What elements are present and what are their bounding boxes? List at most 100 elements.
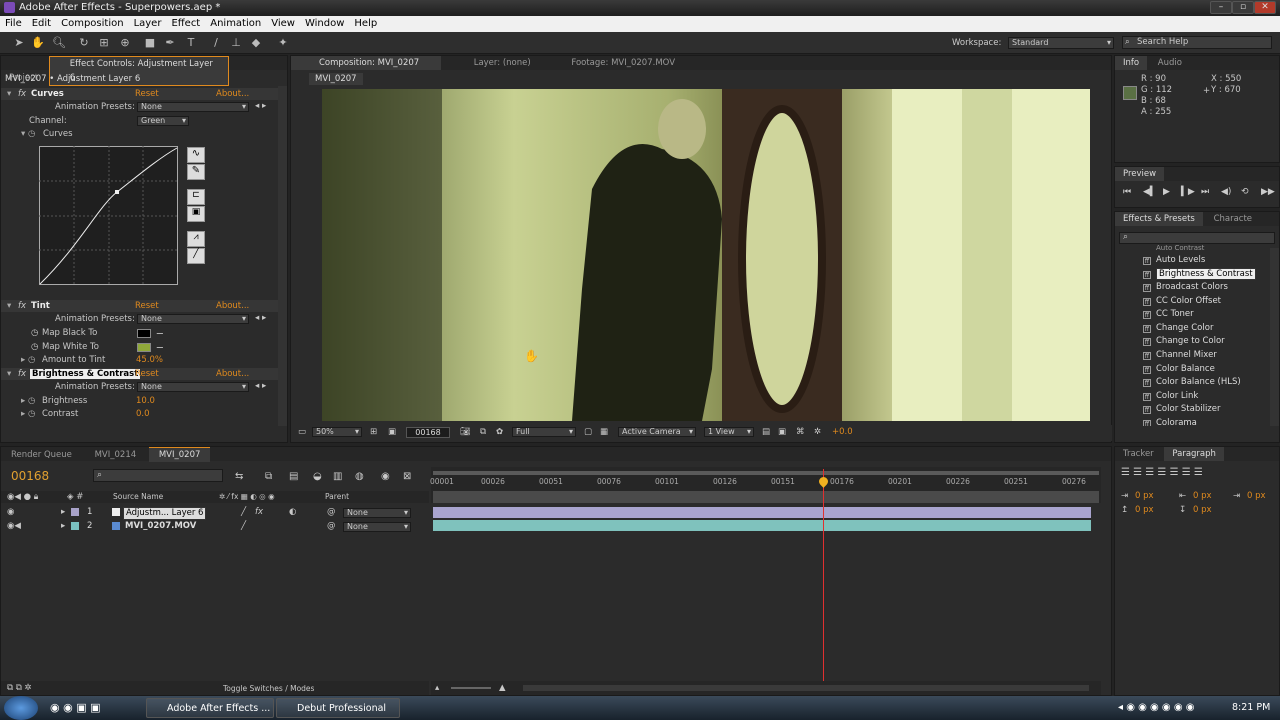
tab-mvi-0214[interactable]: MVI_0214 [85,448,147,462]
tab-character[interactable]: Characte [1206,212,1260,226]
motion-blur-icon[interactable]: ◍ [355,471,364,482]
search-help-field[interactable]: ⌕ Search Help [1122,36,1272,49]
timeline-search-input[interactable]: ⌕ [93,469,223,482]
play-icon[interactable]: ▶ [1163,187,1170,197]
indent-left-value[interactable]: 0 px [1135,491,1154,501]
tint-prev-next-icon[interactable]: ◂ ▸ [255,313,266,323]
visibility-icon[interactable]: ◉◀ [7,520,21,533]
tab-render-queue[interactable]: Render Queue [1,448,82,462]
ep-item[interactable]: Color Stabilizer [1156,404,1221,414]
grid-icon[interactable]: ⊞ [370,427,377,437]
ep-item[interactable]: Colorama [1156,418,1197,426]
ep-item[interactable]: Change to Color [1156,336,1225,346]
audio-icon[interactable]: ◀) [1221,187,1231,197]
always-preview-icon[interactable]: ▭ [298,427,306,437]
taskbar-after-effects[interactable]: Adobe After Effects ... [146,698,274,718]
effects-search-input[interactable]: ⌕ [1119,232,1275,244]
last-frame-icon[interactable]: ⏭ [1201,187,1209,197]
safe-zones-icon[interactable]: ▣ [388,427,396,437]
show-snapshot-icon[interactable]: ⧉ [480,427,486,437]
amount-to-tint-value[interactable]: 45.0% [136,355,163,365]
menu-composition[interactable]: Composition [56,18,128,29]
effect-controls-scrollbar[interactable] [278,86,287,426]
tint-reset-link[interactable]: Reset [135,301,159,311]
visibility-icon[interactable]: ◉ [7,506,14,519]
eyedropper-icon[interactable]: ⚊ [156,341,164,351]
minimize-button[interactable]: – [1210,1,1232,14]
zoom-dropdown[interactable]: 50% [312,427,362,437]
hand-tool-icon[interactable]: ✋ [31,36,45,50]
tab-paragraph[interactable]: Paragraph [1164,447,1224,461]
start-button[interactable] [4,696,38,720]
menu-help[interactable]: Help [349,18,382,29]
parent-dropdown[interactable]: None [343,522,411,532]
rotate-tool-icon[interactable]: ↻ [77,36,91,50]
bc-expand-arrow-icon[interactable]: ▾ [7,369,11,379]
tab-audio[interactable]: Audio [1150,56,1190,70]
map-black-swatch[interactable] [137,329,151,338]
timeline-scrollbar[interactable] [523,685,1089,691]
quick-launch-icons[interactable]: ◉ ◉ ▣ ▣ [50,701,100,714]
effects-scrollbar[interactable] [1270,248,1279,426]
zoom-tool-icon[interactable]: 🔍︎ [52,36,66,50]
menu-edit[interactable]: Edit [27,18,56,29]
label-color-swatch[interactable] [71,508,79,516]
layer-2-bar[interactable] [433,520,1091,531]
comp-timecode[interactable]: 00168 [406,427,450,438]
menu-effect[interactable]: Effect [166,18,205,29]
flowchart-icon[interactable]: ⌘ [796,427,805,437]
ep-item-selected[interactable]: Brightness & Contrast [1156,268,1256,280]
stopwatch-icon[interactable]: ◷ [31,342,38,352]
curves-reset-link[interactable]: Reset [135,89,159,99]
expand-panes-icon[interactable]: ⧉ ⧉ ✲ [7,683,32,693]
bc-anim-presets-dropdown[interactable]: None [137,382,249,392]
graph-editor-icon[interactable]: ⊠ [403,471,411,482]
indent-right-value[interactable]: 0 px [1193,491,1212,501]
clock[interactable]: 8:21 PM [1232,702,1270,713]
curves-channel-dropdown[interactable]: Green [137,116,189,126]
ram-preview-icon[interactable]: ▶▶ [1261,187,1275,197]
ep-item[interactable]: Channel Mixer [1156,350,1217,360]
fx-icon[interactable]: fx [18,89,26,99]
eyedropper-icon[interactable]: ⚊ [156,327,164,337]
brightness-value[interactable]: 10.0 [136,396,155,406]
expand-arrow-icon[interactable]: ▸ [61,520,65,533]
tab-footage[interactable]: Footage: MVI_0207.MOV [541,56,683,70]
pencil-tool-icon[interactable]: ✎ [187,164,205,180]
loop-icon[interactable]: ⟲ [1241,187,1249,197]
expand-arrow-icon[interactable]: ▾ [7,89,11,99]
space-before-value[interactable]: 0 px [1135,505,1154,515]
workspace-dropdown[interactable]: Standard [1008,37,1114,49]
next-frame-icon[interactable]: ▍▶ [1181,187,1195,197]
ep-item[interactable]: CC Color Offset [1156,296,1221,306]
ep-item[interactable]: Broadcast Colors [1156,282,1228,292]
snapshot-icon[interactable]: 📷︎ [460,427,471,437]
menu-file[interactable]: File [0,18,27,29]
layer-name[interactable]: MVI_0207.MOV [125,520,196,533]
toggle-switches-modes-button[interactable]: Toggle Switches / Modes [223,684,314,693]
timeline-navigator[interactable] [433,491,1099,503]
rectangle-tool-icon[interactable]: ■ [143,36,157,50]
curves-anim-presets-dropdown[interactable]: None [137,102,249,112]
zoom-in-icon[interactable]: ▲ [499,683,506,693]
first-line-indent-value[interactable]: 0 px [1247,491,1266,501]
prev-frame-icon[interactable]: ◀▍ [1143,187,1157,197]
ep-item[interactable]: Color Balance (HLS) [1156,377,1241,387]
puppet-tool-icon[interactable]: ✦ [276,36,290,50]
maximize-button[interactable]: ▫ [1232,1,1254,14]
camera-tool-icon[interactable]: ⊞ [97,36,111,50]
transparency-grid-icon[interactable]: ▦ [600,427,608,437]
current-time-indicator[interactable] [823,469,824,689]
clone-stamp-tool-icon[interactable]: ⊥ [229,36,243,50]
open-curve-icon[interactable]: ⊏ [187,189,205,205]
zoom-out-icon[interactable]: ▴ [435,683,439,693]
time-ruler[interactable]: 00001 00026 00051 00076 00101 00126 0015… [430,467,1101,503]
layer-1-bar[interactable] [433,507,1091,518]
menu-layer[interactable]: Layer [129,18,167,29]
align-buttons-icon[interactable]: ☰ ☰ ☰ ☰ ☰ ☰ ☰ [1121,467,1203,478]
comp-mini-flowchart-icon[interactable]: ⇆ [235,471,243,482]
eraser-tool-icon[interactable]: ◆ [249,36,263,50]
bc-fx-icon[interactable]: fx [18,369,26,379]
pen-tool-icon[interactable]: ✒ [163,36,177,50]
hide-shy-icon[interactable]: ◒ [313,471,322,482]
